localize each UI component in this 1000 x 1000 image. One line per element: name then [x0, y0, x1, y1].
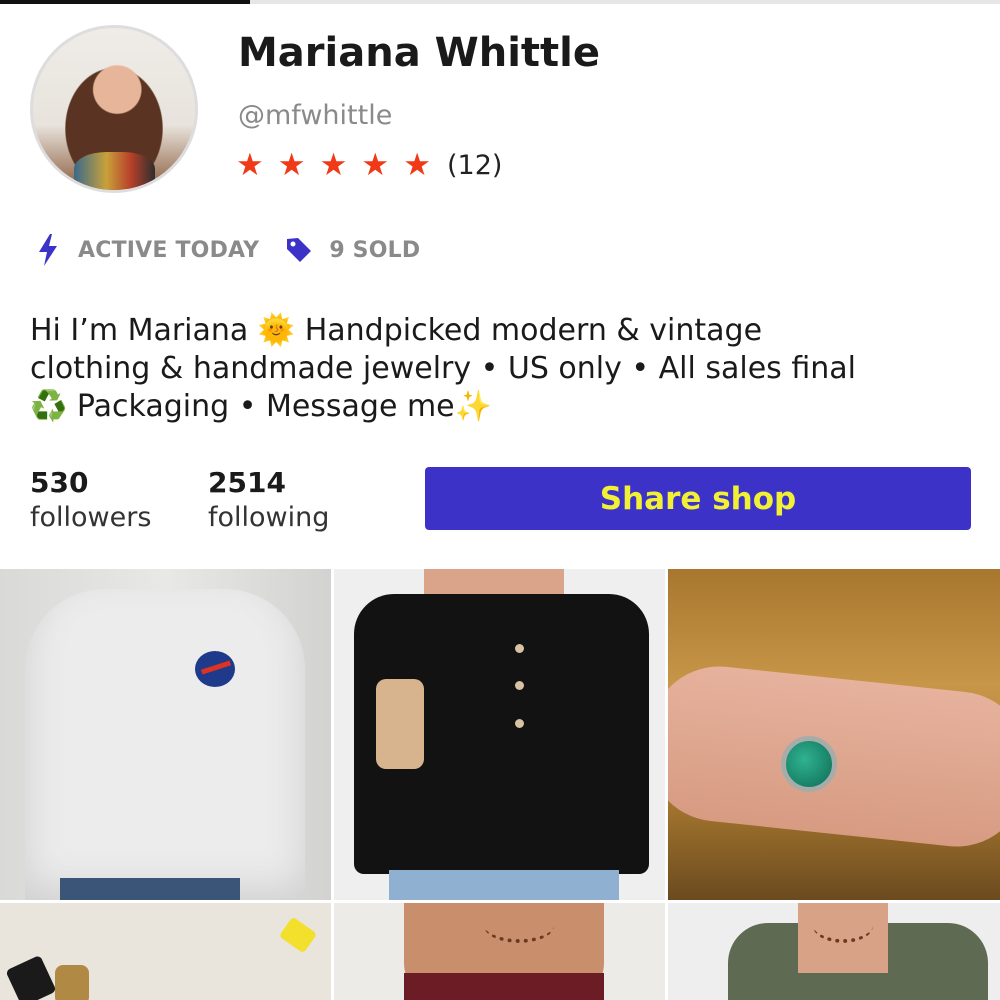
sold-count: 9 SOLD [329, 237, 421, 263]
listing-image-detail [515, 719, 524, 728]
bio-line: clothing & handmade jewelry • US only • … [30, 351, 856, 386]
profile-name: Mariana Whittle [238, 30, 601, 76]
listing-image-detail [484, 908, 554, 943]
listing-tile[interactable] [334, 903, 665, 1000]
listing-image-detail [781, 736, 837, 792]
listing-tile[interactable] [668, 569, 1000, 900]
price-tag-icon [285, 232, 313, 268]
listing-image-detail [515, 681, 524, 690]
listing-tile[interactable] [668, 903, 1000, 1000]
following-label: following [208, 502, 330, 533]
following-count: 2514 [208, 466, 286, 499]
followers-label: followers [30, 502, 152, 533]
avatar[interactable] [30, 25, 198, 193]
active-status: ACTIVE TODAY [78, 237, 260, 263]
progress-fill [0, 0, 250, 4]
listing-image-detail [376, 679, 424, 769]
star-icon: ★ [236, 147, 264, 183]
star-icon: ★ [403, 147, 431, 183]
rating-stars[interactable]: ★ ★ ★ ★ ★ (12) [236, 147, 503, 183]
following-stat[interactable]: 2514 following [208, 466, 329, 536]
share-shop-button[interactable]: Share shop [425, 467, 971, 530]
nasa-logo [195, 651, 235, 687]
followers-count: 530 [30, 466, 89, 499]
listing-tile[interactable] [0, 903, 331, 1000]
listing-image-detail [404, 973, 604, 1000]
bio-line: Hi I’m Mariana 🌞 Handpicked modern & vin… [30, 313, 763, 348]
listing-image-detail [60, 878, 240, 900]
listing-image-detail [55, 965, 89, 1000]
rating-count: (12) [446, 150, 503, 181]
price-tag-badge-icon [278, 916, 318, 954]
avatar-shirt [73, 151, 155, 190]
followers-stat[interactable]: 530 followers [30, 466, 151, 536]
lightning-icon [34, 232, 62, 268]
shop-bio: Hi I’m Mariana 🌞 Handpicked modern & vin… [30, 312, 970, 426]
star-icon: ★ [361, 147, 390, 183]
listing-image-detail [389, 870, 619, 900]
profile-handle: @mfwhittle [238, 100, 393, 131]
shop-meta: ACTIVE TODAY 9 SOLD [34, 232, 420, 268]
listing-image [25, 589, 305, 900]
listing-image-detail [515, 644, 524, 653]
listing-image-detail [813, 908, 873, 943]
bio-line: ♻️ Packaging • Message me✨ [30, 389, 492, 424]
star-icon: ★ [277, 147, 306, 183]
top-progress-bar [0, 0, 1000, 4]
listing-tile[interactable] [0, 569, 331, 900]
listing-image-detail [5, 954, 57, 1000]
listing-tile[interactable] [334, 569, 665, 900]
star-icon: ★ [319, 147, 348, 183]
